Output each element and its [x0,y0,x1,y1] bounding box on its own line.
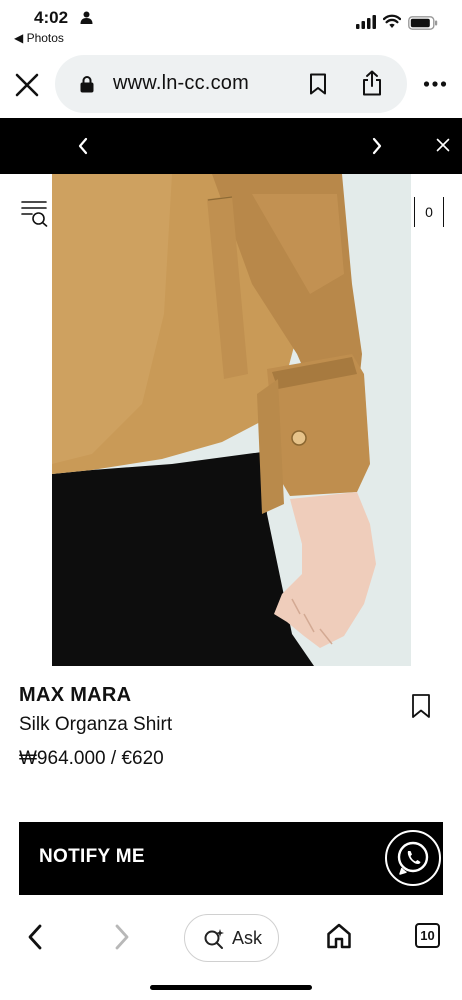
product-price: ₩964.000 / €620 [19,748,164,769]
tabs-button[interactable]: 10 [415,923,440,948]
menu-search-icon[interactable] [20,199,48,227]
chevron-right-icon[interactable] [370,137,384,155]
notify-me-label: NOTIFY ME [39,846,145,867]
forward-icon[interactable] [112,923,132,951]
notify-me-button[interactable]: NOTIFY ME [19,822,443,895]
url-text: www.ln-cc.com [113,72,249,94]
back-to-photos-link[interactable]: ◀ Photos [14,31,64,45]
close-icon[interactable] [14,72,40,98]
product-brand[interactable]: MAX MARA [19,684,131,707]
close-icon[interactable] [436,138,450,152]
cart-count[interactable]: 0 [414,197,444,227]
chevron-left-icon[interactable] [76,137,90,155]
sparkle-search-icon [204,929,224,949]
battery-icon [408,16,438,30]
ask-label: Ask [232,928,263,948]
back-icon[interactable] [25,923,45,951]
lock-icon [80,76,94,93]
wifi-icon [383,14,401,28]
browser-toolbar: Ask 10 [0,905,462,1000]
home-indicator [150,985,312,990]
product-name: Silk Organza Shirt [19,714,173,735]
ask-button[interactable]: Ask [184,914,279,962]
status-bar: 4:02 ◀ Photos [0,0,462,50]
status-time: 4:02 [34,8,69,27]
more-icon[interactable] [423,80,447,88]
bookmark-icon[interactable] [309,73,327,95]
announcement-bar [0,118,462,174]
address-bar[interactable]: www.ln-cc.com [55,55,407,113]
share-icon[interactable] [361,70,383,96]
cellular-signal-icon [356,15,376,29]
product-image[interactable] [52,174,411,666]
whatsapp-icon [397,841,429,875]
bookmark-icon[interactable] [410,693,432,719]
person-icon [80,11,93,24]
whatsapp-chat-button[interactable] [385,830,441,886]
home-icon[interactable] [326,922,352,950]
